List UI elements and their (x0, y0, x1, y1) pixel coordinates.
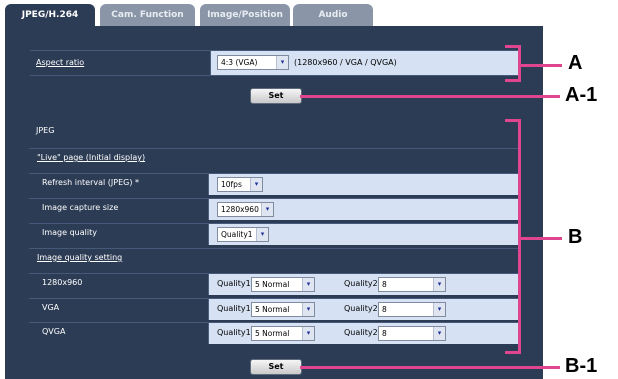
chevron-down-icon: ▾ (302, 303, 314, 316)
quality2-label: Quality2 (344, 279, 378, 288)
aspect-ratio-note: (1280x960 / VGA / QVGA) (294, 58, 397, 67)
chevron-down-icon: ▾ (261, 203, 273, 216)
chevron-down-icon: ▾ (256, 228, 268, 241)
quality-row-qvga: QVGA Quality1 5 Normal ▾ Quality2 8 ▾ (29, 322, 518, 344)
quality1-label: Quality1 (217, 304, 251, 313)
quality-row-cell: Quality1 5 Normal ▾ Quality2 8 ▾ (208, 274, 518, 295)
callout-a1-label: A-1 (565, 84, 598, 106)
capture-size-value: 1280x960 (221, 205, 259, 214)
quality1-select[interactable]: 5 Normal ▾ (251, 302, 315, 317)
quality2-select[interactable]: 8 ▾ (378, 277, 446, 292)
live-page-row: "Live" page (Initial display) (29, 148, 518, 169)
set-button-b[interactable]: Set (250, 359, 302, 375)
refresh-interval-row: Refresh interval (JPEG) * 10fps ▾ (29, 173, 518, 195)
tab-jpeg-h264[interactable]: JPEG/H.264 (5, 4, 95, 26)
quality1-label: Quality1 (217, 279, 251, 288)
jpeg-section-heading: JPEG (29, 120, 518, 141)
quality-row-cell: Quality1 5 Normal ▾ Quality2 8 ▾ (208, 299, 518, 320)
refresh-interval-label: Refresh interval (JPEG) * (42, 178, 140, 187)
tab-bar: JPEG/H.264 Cam. Function Image/Position … (0, 0, 548, 26)
chevron-down-icon: ▾ (276, 56, 288, 69)
quality-setting-row: Image quality setting (29, 248, 518, 269)
quality1-value: 5 Normal (255, 329, 290, 338)
aspect-ratio-select[interactable]: 4:3 (VGA) ▾ (217, 55, 289, 70)
image-quality-select[interactable]: Quality1 ▾ (217, 227, 269, 242)
callout-a-leader (520, 64, 562, 67)
callout-a-bracket (505, 79, 520, 82)
quality2-value: 8 (382, 305, 387, 314)
quality2-select[interactable]: 8 ▾ (378, 302, 446, 317)
set-button-a[interactable]: Set (250, 88, 302, 104)
callout-b1-label: B-1 (565, 355, 598, 377)
quality-row-1280x960: 1280x960 Quality1 5 Normal ▾ Quality2 8 … (29, 273, 518, 295)
live-page-link[interactable]: "Live" page (Initial display) (37, 153, 145, 162)
aspect-ratio-row: Aspect ratio 4:3 (VGA) ▾ (1280x960 / VGA… (30, 50, 518, 76)
refresh-interval-cell: 10fps ▾ (208, 174, 518, 195)
quality-row-label: QVGA (42, 327, 66, 336)
quality-row-label: 1280x960 (42, 278, 83, 287)
quality-row-label: VGA (42, 303, 60, 312)
image-quality-value: Quality1 (221, 230, 253, 239)
quality2-value: 8 (382, 280, 387, 289)
refresh-interval-select[interactable]: 10fps ▾ (217, 177, 263, 192)
tab-audio[interactable]: Audio (293, 4, 373, 26)
image-quality-row: Image quality Quality1 ▾ (29, 223, 518, 245)
image-quality-cell: Quality1 ▾ (208, 224, 518, 245)
callout-b-leader (520, 237, 562, 240)
refresh-interval-value: 10fps (221, 180, 242, 189)
tab-cam-function[interactable]: Cam. Function (100, 4, 195, 26)
chevron-down-icon: ▾ (302, 327, 314, 340)
chevron-down-icon: ▾ (433, 278, 445, 291)
capture-size-select[interactable]: 1280x960 ▾ (217, 202, 274, 217)
chevron-down-icon: ▾ (302, 278, 314, 291)
quality1-value: 5 Normal (255, 305, 290, 314)
capture-size-cell: 1280x960 ▾ (208, 199, 518, 220)
jpeg-heading: JPEG (36, 126, 55, 135)
chevron-down-icon: ▾ (433, 327, 445, 340)
chevron-down-icon: ▾ (433, 303, 445, 316)
quality-setting-link[interactable]: Image quality setting (37, 253, 122, 262)
chevron-down-icon: ▾ (250, 178, 262, 191)
callout-b1-leader (300, 366, 560, 369)
tab-image-position[interactable]: Image/Position (200, 4, 290, 26)
quality1-label: Quality1 (217, 328, 251, 337)
quality2-value: 8 (382, 329, 387, 338)
quality2-select[interactable]: 8 ▾ (378, 326, 446, 341)
quality2-label: Quality2 (344, 304, 378, 313)
quality1-select[interactable]: 5 Normal ▾ (251, 326, 315, 341)
capture-size-label: Image capture size (42, 203, 119, 212)
capture-size-row: Image capture size 1280x960 ▾ (29, 198, 518, 220)
aspect-ratio-cell: 4:3 (VGA) ▾ (1280x960 / VGA / QVGA) (210, 51, 518, 75)
image-quality-label: Image quality (42, 228, 97, 237)
aspect-ratio-label[interactable]: Aspect ratio (36, 58, 84, 67)
quality-row-vga: VGA Quality1 5 Normal ▾ Quality2 8 ▾ (29, 298, 518, 320)
quality2-label: Quality2 (344, 328, 378, 337)
quality-row-cell: Quality1 5 Normal ▾ Quality2 8 ▾ (208, 323, 518, 344)
quality1-value: 5 Normal (255, 280, 290, 289)
aspect-ratio-value: 4:3 (VGA) (221, 58, 258, 67)
callout-b-bracket (505, 119, 520, 122)
callout-b-label: B (568, 226, 583, 248)
callout-a1-leader (300, 95, 560, 98)
callout-a-bracket (505, 45, 520, 48)
quality1-select[interactable]: 5 Normal ▾ (251, 277, 315, 292)
callout-b-bracket (505, 351, 520, 354)
callout-a-label: A (568, 52, 583, 74)
